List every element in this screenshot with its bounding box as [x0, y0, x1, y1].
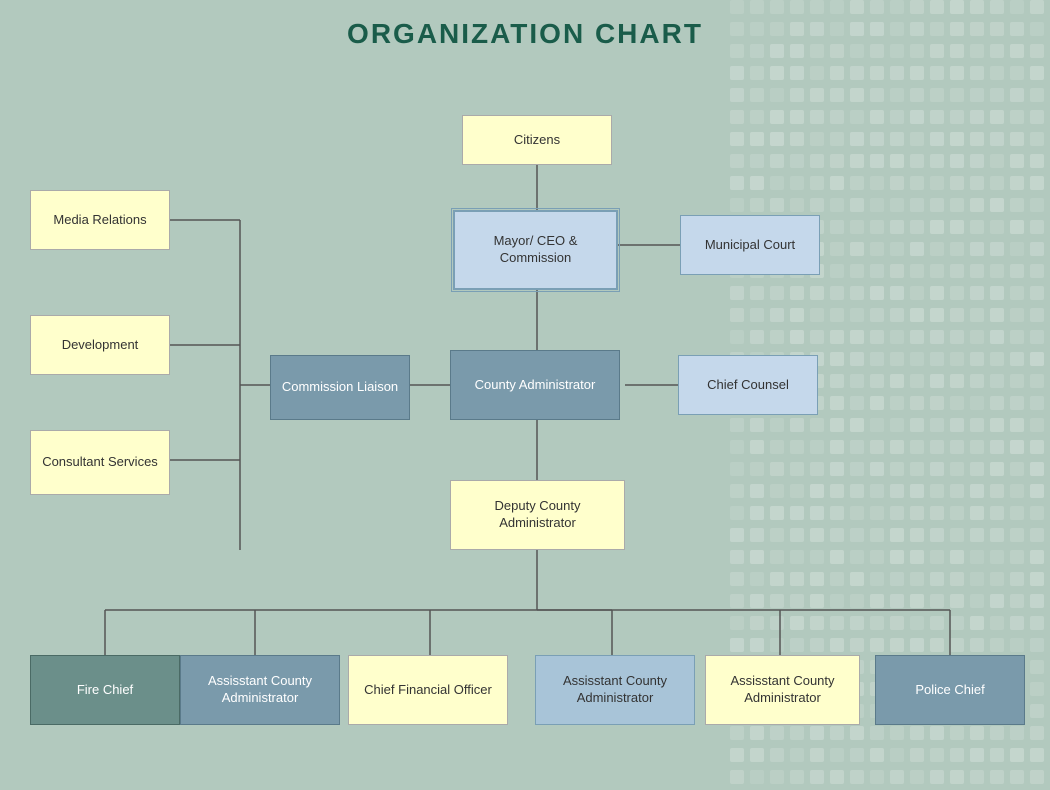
- chief-counsel-box: Chief Counsel: [678, 355, 818, 415]
- asst-admin-3-box: Assisstant County Administrator: [705, 655, 860, 725]
- cfo-box: Chief Financial Officer: [348, 655, 508, 725]
- deputy-county-admin-box: Deputy County Administrator: [450, 480, 625, 550]
- asst-admin-2-box: Assisstant County Administrator: [535, 655, 695, 725]
- page-title: ORGANIZATION CHART: [0, 0, 1050, 50]
- media-relations-box: Media Relations: [30, 190, 170, 250]
- commission-liaison-box: Commission Liaison: [270, 355, 410, 420]
- citizens-box: Citizens: [462, 115, 612, 165]
- asst-admin-1-box: Assisstant County Administrator: [180, 655, 340, 725]
- consultant-services-box: Consultant Services: [30, 430, 170, 495]
- municipal-court-box: Municipal Court: [680, 215, 820, 275]
- mayor-box: Mayor/ CEO & Commission: [453, 210, 618, 290]
- county-admin-box: County Administrator: [450, 350, 620, 420]
- development-box: Development: [30, 315, 170, 375]
- police-chief-box: Police Chief: [875, 655, 1025, 725]
- fire-chief-box: Fire Chief: [30, 655, 180, 725]
